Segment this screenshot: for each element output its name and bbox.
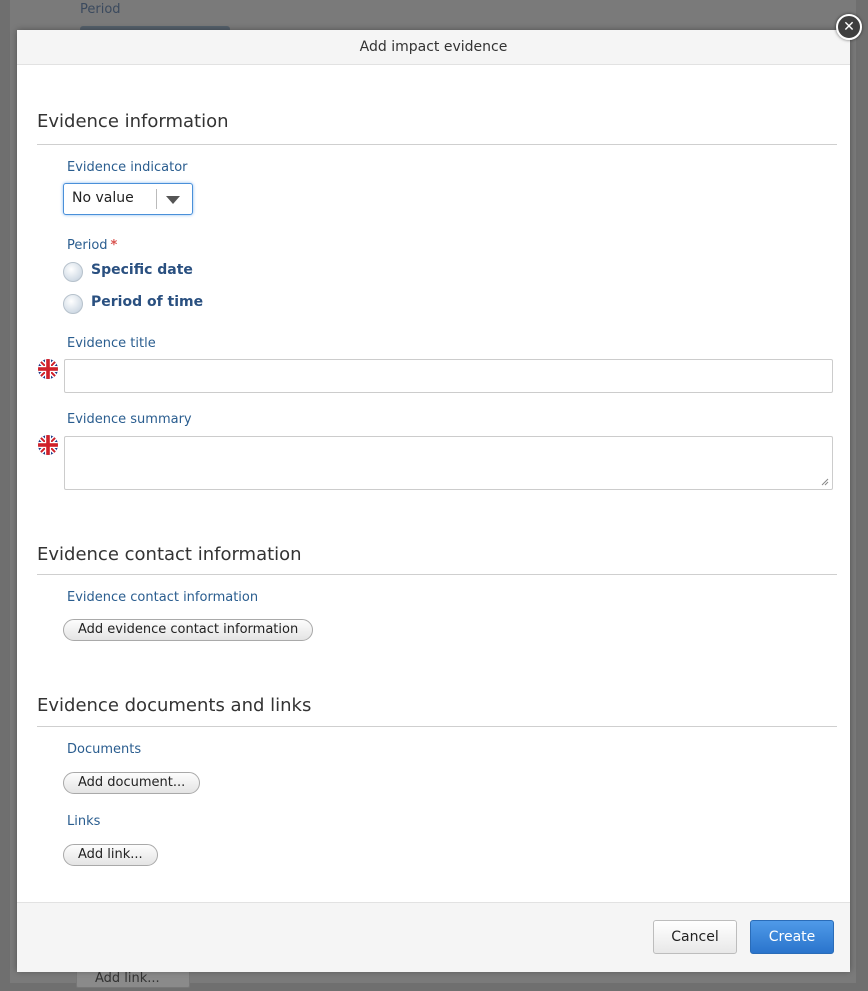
period-label-text: Period	[67, 238, 108, 253]
add-document-button[interactable]: Add document...	[63, 772, 201, 794]
radio-label-specific-date[interactable]: Specific date	[91, 262, 193, 278]
evidence-indicator-label: Evidence indicator	[67, 160, 188, 175]
section-divider	[37, 574, 837, 575]
uk-flag-icon	[38, 435, 58, 455]
evidence-title-input[interactable]	[64, 359, 833, 393]
section-divider	[37, 144, 837, 145]
chevron-down-icon	[166, 196, 180, 204]
section-title-contact-information: Evidence contact information	[37, 544, 302, 565]
radio-label-period-of-time[interactable]: Period of time	[91, 294, 203, 310]
add-contact-information-button[interactable]: Add evidence contact information	[63, 619, 314, 641]
period-label: Period *	[67, 238, 117, 253]
dialog-title: Add impact evidence	[17, 30, 850, 65]
documents-label: Documents	[67, 742, 142, 757]
links-label: Links	[67, 814, 101, 829]
evidence-summary-textarea[interactable]	[64, 436, 833, 490]
dialog-footer: Cancel Create	[17, 902, 850, 972]
evidence-title-label: Evidence title	[67, 336, 156, 351]
uk-flag-icon	[38, 359, 58, 379]
section-title-documents-and-links: Evidence documents and links	[37, 695, 312, 716]
contact-information-label: Evidence contact information	[67, 590, 259, 605]
select-separator	[156, 189, 157, 209]
section-divider	[37, 726, 837, 727]
evidence-indicator-value: No value	[72, 190, 134, 206]
evidence-indicator-select[interactable]: No value	[63, 183, 193, 215]
radio-button[interactable]	[63, 294, 83, 314]
create-button[interactable]: Create	[750, 920, 834, 954]
background-period-label: Period	[80, 2, 121, 17]
close-icon[interactable]: ✕	[836, 14, 862, 40]
cancel-button[interactable]: Cancel	[653, 920, 737, 954]
radio-button[interactable]	[63, 262, 83, 282]
resize-handle-icon[interactable]	[821, 478, 829, 486]
required-asterisk-icon: *	[110, 238, 118, 253]
add-link-button[interactable]: Add link...	[63, 844, 158, 866]
evidence-summary-label: Evidence summary	[67, 412, 192, 427]
add-impact-evidence-dialog: Add impact evidence Evidence information…	[17, 30, 850, 972]
section-title-evidence-information: Evidence information	[37, 111, 229, 132]
